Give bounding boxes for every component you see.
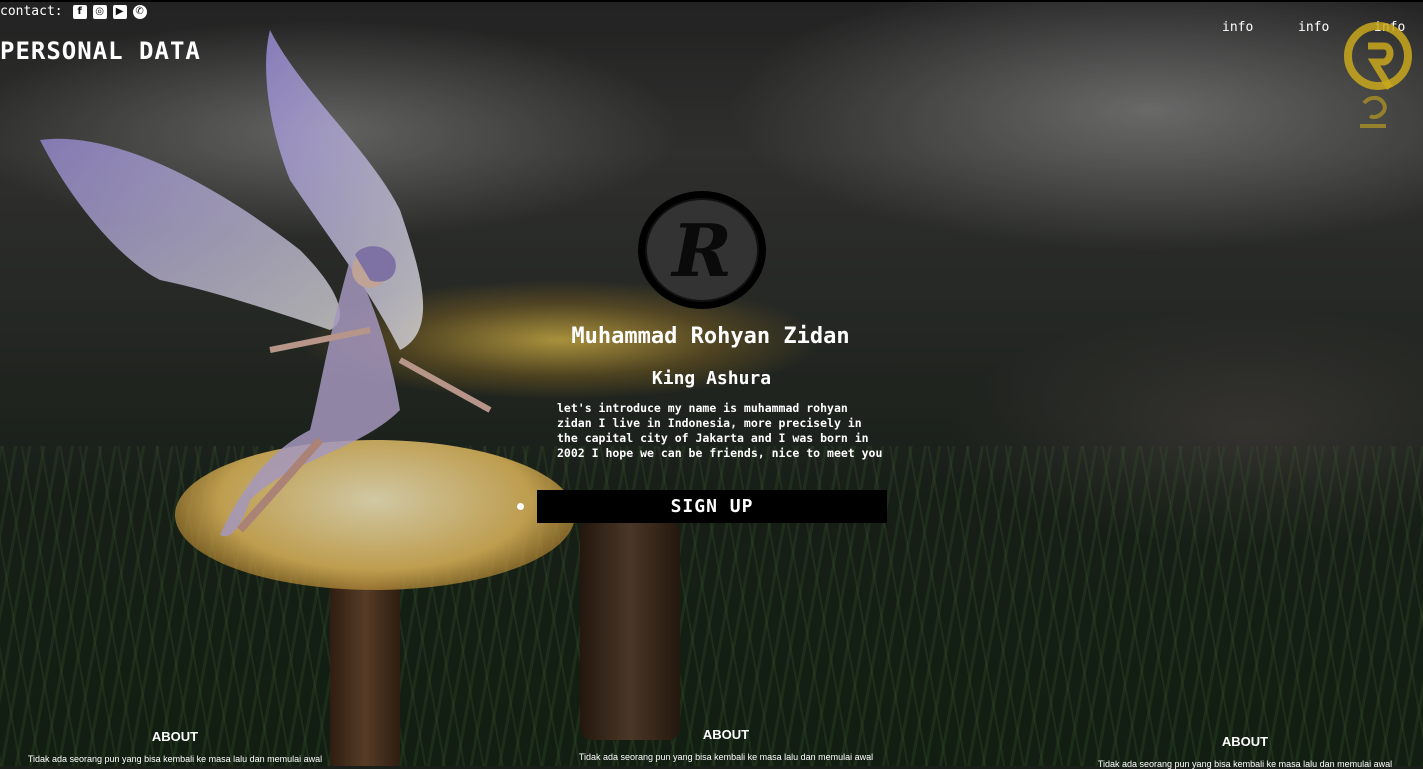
signup-button[interactable]: SIGN UP <box>537 490 887 523</box>
about-column-2: ABOUT Tidak ada seorang pun yang bisa ke… <box>556 727 896 762</box>
about-text: Tidak ada seorang pun yang bisa kembali … <box>27 754 323 764</box>
about-text: Tidak ada seorang pun yang bisa kembali … <box>578 752 874 762</box>
avatar: R <box>638 191 766 309</box>
profile-name: Muhammad Rohyan Zidan <box>0 324 1423 349</box>
about-column-1: ABOUT Tidak ada seorang pun yang bisa ke… <box>5 729 345 764</box>
instagram-icon[interactable]: ◎ <box>92 4 107 19</box>
about-title: ABOUT <box>702 727 750 742</box>
contact-bar: contact: f ◎ ▶ ✆ <box>0 4 147 19</box>
site-title: PERSONAL DATA <box>0 37 201 65</box>
about-column-3: ABOUT Tidak ada seorang pun yang bisa ke… <box>1075 734 1415 769</box>
profile-nickname: King Ashura <box>651 368 772 389</box>
facebook-icon[interactable]: f <box>72 4 87 19</box>
top-border <box>0 0 1423 2</box>
whatsapp-icon[interactable]: ✆ <box>132 4 147 19</box>
youtube-icon[interactable]: ▶ <box>112 4 127 19</box>
profile-intro: let's introduce my name is muhammad rohy… <box>557 401 883 460</box>
contact-label: contact: <box>0 4 63 19</box>
about-title: ABOUT <box>1221 734 1269 749</box>
nav-info-1[interactable]: info <box>1222 20 1298 35</box>
list-bullet <box>517 503 524 510</box>
brand-logo <box>1344 22 1412 128</box>
about-text: Tidak ada seorang pun yang bisa kembali … <box>1097 759 1393 769</box>
profile-name-text: Muhammad Rohyan Zidan <box>571 324 850 349</box>
about-title: ABOUT <box>151 729 199 744</box>
avatar-letter: R <box>670 208 732 293</box>
